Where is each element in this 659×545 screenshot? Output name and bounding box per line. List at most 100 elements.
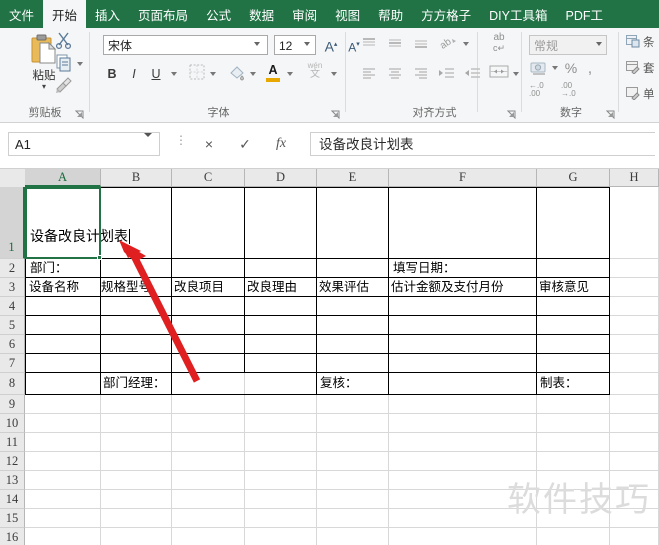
phonetic-guide-button[interactable]: wén 文 — [303, 61, 327, 80]
cell-a1[interactable]: 设备改良计划表 — [28, 227, 208, 247]
cell-a2[interactable]: 部门： — [28, 259, 100, 277]
tab-page-layout[interactable]: 页面布局 — [129, 0, 197, 28]
text-orientation-icon[interactable]: ab — [438, 33, 459, 53]
row-header-14[interactable]: 14 — [0, 490, 25, 509]
tab-pdf-tools[interactable]: PDF工 — [557, 0, 613, 28]
row-header-11[interactable]: 11 — [0, 433, 25, 452]
cell-b3[interactable]: 规格型号 — [99, 278, 171, 296]
cell-c3[interactable]: 改良项目 — [172, 278, 244, 296]
tab-view[interactable]: 视图 — [326, 0, 369, 28]
borders-dropdown-caret[interactable] — [210, 72, 216, 76]
column-header-e[interactable]: E — [317, 169, 389, 187]
column-header-c[interactable]: C — [172, 169, 245, 187]
cell-d3[interactable]: 改良理由 — [245, 278, 317, 296]
row-header-8[interactable]: 8 — [0, 373, 25, 395]
row-header-2[interactable]: 2 — [0, 259, 25, 278]
currency-dropdown-caret[interactable] — [552, 66, 558, 70]
underline-button[interactable]: U — [147, 64, 165, 85]
tab-insert[interactable]: 插入 — [86, 0, 129, 28]
decrease-indent-icon[interactable] — [437, 64, 457, 84]
row-header-6[interactable]: 6 — [0, 335, 25, 354]
align-bottom-icon[interactable] — [411, 34, 431, 54]
merge-dropdown-caret[interactable] — [513, 72, 519, 76]
align-left-icon[interactable] — [359, 64, 379, 84]
name-box-caret[interactable] — [144, 133, 152, 137]
format-painter-button[interactable] — [54, 75, 74, 95]
copy-button[interactable] — [54, 53, 74, 73]
format-as-table-button[interactable]: 套 — [626, 60, 655, 76]
row-header-1[interactable]: 1 — [0, 187, 25, 259]
column-header-d[interactable]: D — [245, 169, 317, 187]
column-header-f[interactable]: F — [389, 169, 537, 187]
tab-data[interactable]: 数据 — [240, 0, 283, 28]
italic-button[interactable]: I — [125, 64, 143, 85]
row-header-13[interactable]: 13 — [0, 471, 25, 490]
name-box[interactable]: A1 — [8, 132, 160, 156]
font-color-button[interactable]: A — [263, 60, 283, 82]
wrap-text-button[interactable]: ab c↵ — [487, 33, 511, 54]
cell-styles-button[interactable]: 单 — [626, 86, 655, 102]
number-format-caret[interactable] — [596, 42, 602, 46]
row-header-4[interactable]: 4 — [0, 297, 25, 316]
cancel-edit-button[interactable]: × — [196, 132, 222, 156]
decrease-decimal-button[interactable]: .00 →.0 — [561, 82, 576, 98]
font-dialog-launcher[interactable] — [331, 110, 340, 119]
borders-button[interactable] — [187, 62, 207, 82]
number-dialog-launcher[interactable] — [606, 110, 615, 119]
column-header-a[interactable]: A — [25, 169, 101, 187]
tab-review[interactable]: 审阅 — [283, 0, 326, 28]
font-size-caret[interactable] — [304, 42, 310, 46]
row-header-5[interactable]: 5 — [0, 316, 25, 335]
tab-file[interactable]: 文件 — [0, 0, 43, 28]
cut-button[interactable] — [54, 30, 74, 50]
cell-e3[interactable]: 效果评估 — [317, 278, 389, 296]
increase-decimal-button[interactable]: ←.0.00 — [529, 82, 544, 98]
percent-style-button[interactable]: % — [563, 58, 579, 79]
orientation-dropdown-caret[interactable] — [463, 42, 469, 46]
tab-home[interactable]: 开始 — [43, 0, 87, 28]
insert-function-button[interactable]: fx — [268, 132, 294, 156]
bold-button[interactable]: B — [103, 64, 121, 85]
row-header-12[interactable]: 12 — [0, 452, 25, 471]
column-header-b[interactable]: B — [101, 169, 172, 187]
row-header-3[interactable]: 3 — [0, 278, 25, 297]
increase-font-size-button[interactable]: A▴ — [320, 35, 342, 55]
row-header-7[interactable]: 7 — [0, 354, 25, 373]
cell-e8[interactable]: 复核： — [318, 374, 390, 392]
row-header-15[interactable]: 15 — [0, 509, 25, 528]
cell-f3[interactable]: 估计金额及支付月份 — [389, 278, 537, 296]
formula-input[interactable]: 设备改良计划表 — [310, 132, 655, 156]
fill-color-button[interactable] — [227, 62, 247, 82]
comma-style-button[interactable]: , — [583, 58, 597, 79]
currency-icon[interactable] — [529, 58, 549, 78]
cell-f2[interactable]: 填写日期： — [391, 259, 536, 277]
column-header-h[interactable]: H — [610, 169, 659, 187]
font-color-dropdown-caret[interactable] — [287, 72, 293, 76]
conditional-formatting-button[interactable]: 条 — [626, 34, 655, 50]
align-right-icon[interactable] — [411, 64, 431, 84]
fill-handle[interactable] — [97, 255, 102, 260]
increase-indent-icon[interactable] — [463, 64, 483, 84]
cell-g3[interactable]: 审核意见 — [537, 278, 610, 296]
clipboard-dialog-launcher[interactable] — [75, 110, 84, 119]
merge-cells-icon[interactable] — [487, 62, 509, 82]
font-name-caret[interactable] — [254, 42, 260, 46]
fill-color-dropdown-caret[interactable] — [250, 72, 256, 76]
tab-help[interactable]: 帮助 — [369, 0, 412, 28]
row-header-9[interactable]: 9 — [0, 395, 25, 414]
alignment-dialog-launcher[interactable] — [507, 110, 516, 119]
align-center-icon[interactable] — [385, 64, 405, 84]
tab-diy-toolbox[interactable]: DIY工具箱 — [480, 0, 556, 28]
cell-b8[interactable]: 部门经理： — [101, 374, 173, 392]
column-header-g[interactable]: G — [537, 169, 610, 187]
copy-dropdown-caret[interactable] — [77, 62, 83, 66]
sheet-cells-area[interactable]: 设备改良计划表 部门： 填写日期： 设备名称 规格型号 改良项目 改良理由 效果… — [25, 187, 659, 545]
phonetic-dropdown-caret[interactable] — [331, 72, 337, 76]
underline-dropdown-caret[interactable] — [171, 72, 177, 76]
confirm-edit-button[interactable]: ✓ — [232, 132, 258, 156]
row-header-10[interactable]: 10 — [0, 414, 25, 433]
align-top-icon[interactable] — [359, 34, 379, 54]
cell-g8[interactable]: 制表： — [538, 374, 610, 392]
row-header-16[interactable]: 16 — [0, 528, 25, 545]
align-middle-icon[interactable] — [385, 34, 405, 54]
